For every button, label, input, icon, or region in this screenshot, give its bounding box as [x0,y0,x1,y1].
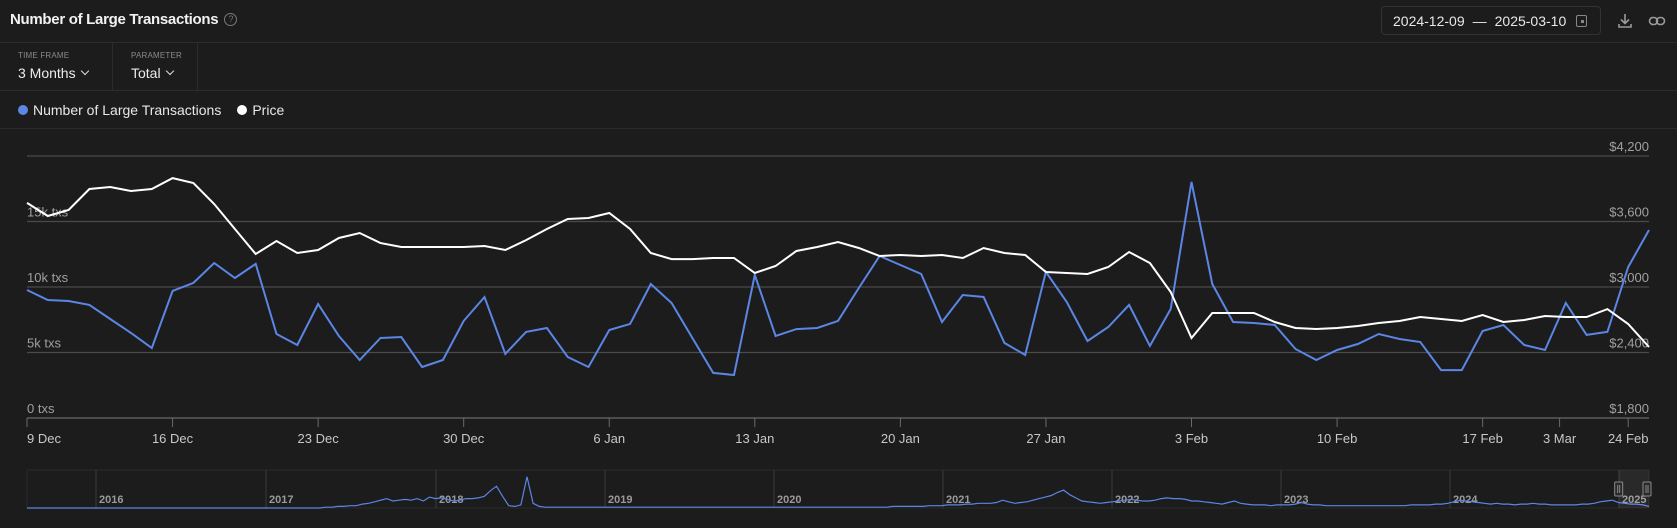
x-tick-label: 23 Dec [298,431,340,446]
navigator-year-label: 2024 [1453,494,1478,506]
y-right-tick-label: $4,200 [1609,139,1649,154]
transactions-line [26,181,1650,377]
x-tick-label: 10 Feb [1317,431,1357,446]
navigator-year-label: 2020 [777,494,801,506]
x-tick-label: 27 Jan [1026,431,1065,446]
x-tick-label: 13 Jan [735,431,774,446]
x-tick-label: 3 Mar [1543,431,1577,446]
x-tick-label: 16 Dec [152,431,194,446]
y-left-tick-label: 10k txs [27,270,69,285]
y-left-tick-label: 5k txs [27,336,61,351]
y-right-tick-label: $3,000 [1609,270,1649,285]
navigator-handle-left[interactable] [1614,481,1624,497]
x-tick-label: 30 Dec [443,431,485,446]
navigator-handle-right[interactable] [1642,481,1652,497]
x-tick-label: 6 Jan [593,431,625,446]
x-tick-label: 3 Feb [1175,431,1208,446]
x-tick-label: 9 Dec [27,431,61,446]
navigator-year-label: 2017 [269,494,293,506]
x-tick-label: 17 Feb [1462,431,1502,446]
chart-canvas[interactable]: $1,800 $2,400 $3,000 $3,600 $4,200 0 txs 5k tx… [0,0,1677,528]
y-right-tick-label: $3,600 [1609,205,1649,220]
x-tick-label: 24 Feb [1608,431,1648,446]
y-left-tick-label: 0 txs [27,401,55,416]
navigator-year-label: 2019 [608,494,632,506]
navigator-year-label: 2016 [99,494,123,506]
y-right-tick-label: $2,400 [1609,336,1649,351]
x-tick-label: 20 Jan [881,431,920,446]
y-right-tick-label: $1,800 [1609,401,1649,416]
